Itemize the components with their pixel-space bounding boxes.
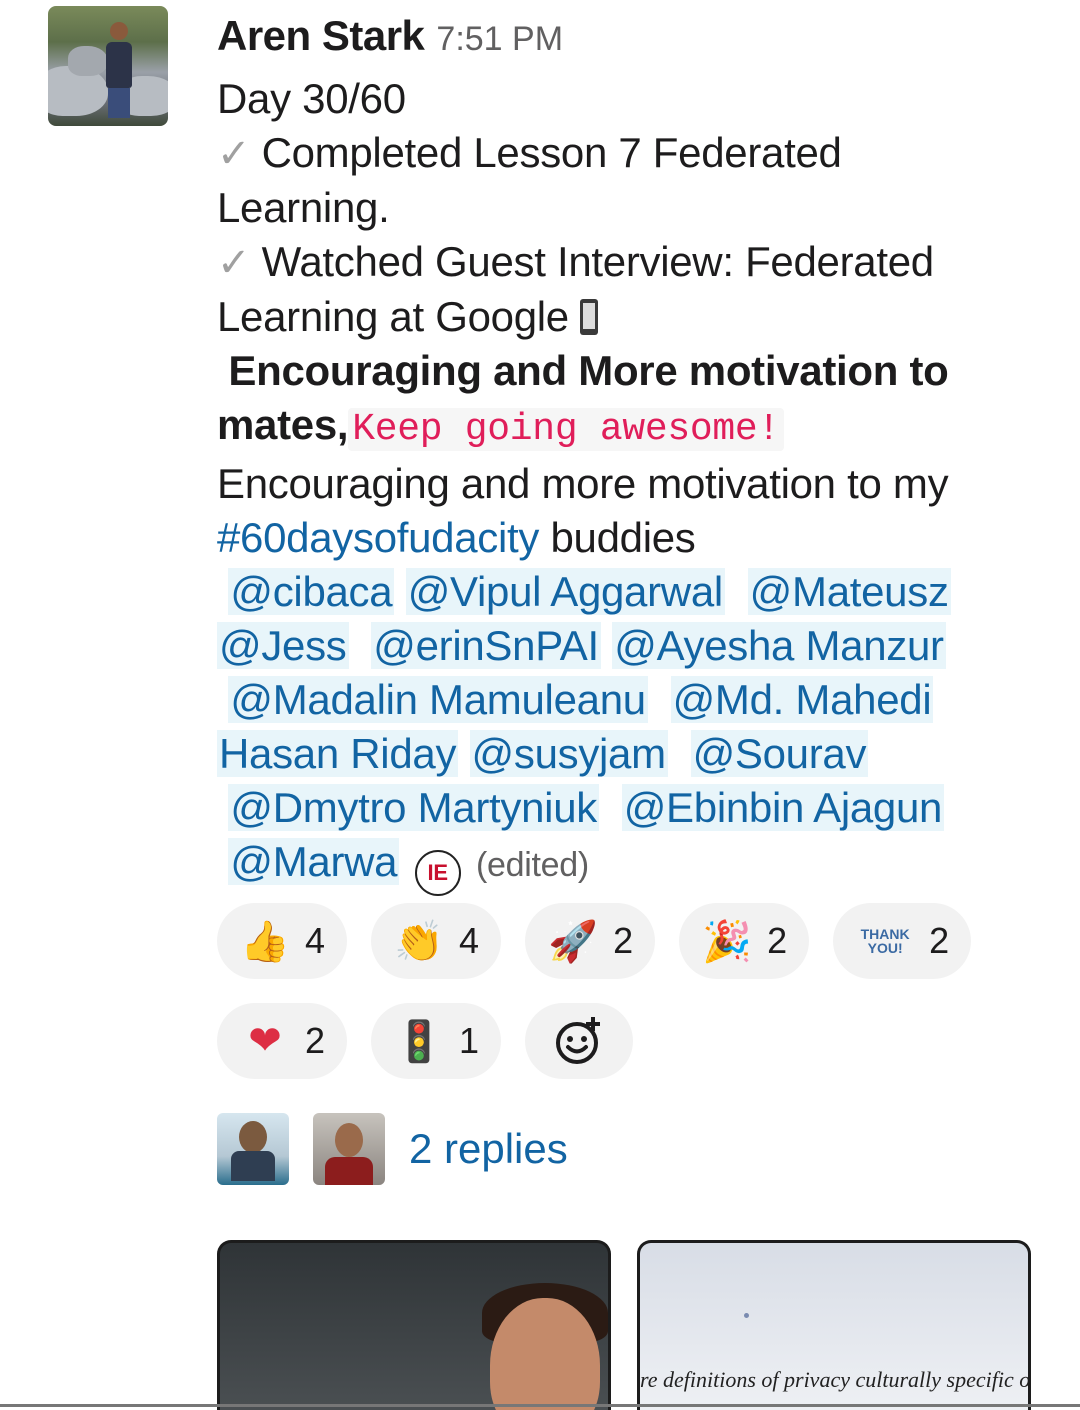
reaction-count: 1	[459, 1020, 480, 1061]
reaction-clapping-hands[interactable]: 👏 4	[371, 903, 502, 979]
hashtag-link[interactable]: #60daysofudacity	[217, 514, 539, 561]
interview-text: Watched Guest Interview: Federated	[261, 238, 935, 285]
mention[interactable]: @Md. Mahedi	[670, 676, 934, 723]
interview-text-cont: Learning at Google	[217, 293, 569, 340]
replier-avatar[interactable]	[313, 1113, 385, 1185]
mention[interactable]: Hasan Riday	[217, 730, 459, 777]
reaction-count: 2	[929, 920, 950, 961]
attachment-image-video[interactable]	[217, 1240, 611, 1410]
mention[interactable]: @Mateusz	[747, 568, 951, 615]
mention[interactable]: @Ayesha Manzur	[612, 622, 946, 669]
edited-label: (edited)	[475, 846, 589, 884]
mention[interactable]: @Jess	[217, 622, 349, 669]
reaction-count: 4	[459, 920, 480, 961]
buddies-text: buddies	[550, 514, 696, 561]
lesson-text: Completed Lesson 7 Federated	[261, 129, 842, 176]
check-mark-icon: ✓	[217, 241, 251, 285]
mention[interactable]: @susyjam	[469, 730, 668, 777]
reaction-count: 4	[305, 920, 326, 961]
reaction-heart[interactable]: ❤ 2	[217, 1003, 348, 1079]
thumbs-up-icon: 👍	[240, 919, 290, 964]
mention[interactable]: @erinSnPAI	[371, 622, 601, 669]
mention[interactable]: @Ebinbin Ajagun	[621, 784, 945, 831]
bold-text-cont: mates,	[217, 401, 349, 448]
ie-logo-icon: IE	[414, 850, 461, 896]
reaction-thank-you[interactable]: THANK YOU! 2	[833, 903, 972, 979]
thread-replies[interactable]: 2 replies	[217, 1113, 568, 1185]
reaction-thumbs-up[interactable]: 👍 4	[217, 903, 348, 979]
party-popper-icon: 🎉	[702, 919, 752, 964]
launch-icon: 🚦	[394, 1019, 444, 1064]
message-header: Aren Stark 7:51 PM	[217, 12, 563, 60]
attachment-caption: re definitions of privacy culturally spe…	[640, 1367, 1031, 1392]
lesson-text-cont: Learning.	[217, 184, 390, 231]
mention[interactable]: @cibaca	[228, 568, 395, 615]
reaction-count: 2	[767, 920, 788, 961]
mobile-phone-icon	[580, 299, 599, 335]
replies-link[interactable]: 2 replies	[409, 1125, 568, 1173]
mention[interactable]: @Vipul Aggarwal	[405, 568, 725, 615]
mention[interactable]: @Marwa	[228, 838, 400, 885]
day-counter: Day 30/60	[217, 75, 406, 122]
attachment-image-slide[interactable]: re definitions of privacy culturally spe…	[637, 1240, 1031, 1410]
replier-avatar[interactable]	[217, 1113, 289, 1185]
mention[interactable]: @Sourav	[690, 730, 869, 777]
author-avatar[interactable]	[48, 6, 168, 126]
mention[interactable]: @Dmytro Martyniuk	[228, 784, 599, 831]
rocket-icon: 🚀	[548, 919, 598, 964]
bold-text: Encouraging and More motivation to	[228, 347, 949, 394]
thank-you-icon: THANK YOU!	[860, 926, 910, 956]
check-mark-icon: ✓	[217, 132, 251, 176]
mention[interactable]: @Madalin Mamuleanu	[228, 676, 648, 723]
inline-code: Keep going awesome!	[348, 408, 784, 451]
avatar-person	[106, 22, 132, 118]
add-reaction-button[interactable]	[525, 1003, 634, 1079]
heart-icon: ❤	[248, 1019, 282, 1063]
message-timestamp[interactable]: 7:51 PM	[436, 20, 563, 59]
reaction-launch[interactable]: 🚦 1	[371, 1003, 502, 1079]
reaction-rocket[interactable]: 🚀 2	[525, 903, 656, 979]
add-reaction-icon	[556, 1017, 601, 1064]
author-name[interactable]: Aren Stark	[217, 12, 425, 60]
reaction-party-popper[interactable]: 🎉 2	[679, 903, 810, 979]
reaction-count: 2	[305, 1020, 326, 1061]
reactions-bar: 👍 4 👏 4 🚀 2 🎉 2 THANK YOU! 2 ❤ 2 🚦 1	[217, 903, 1057, 1103]
message-body: Day 30/60 ✓ Completed Lesson 7 Federated…	[217, 72, 1047, 896]
clapping-hands-icon: 👏	[394, 919, 444, 964]
reaction-count: 2	[613, 920, 634, 961]
plain-text: Encouraging and more motivation to my	[217, 460, 949, 507]
